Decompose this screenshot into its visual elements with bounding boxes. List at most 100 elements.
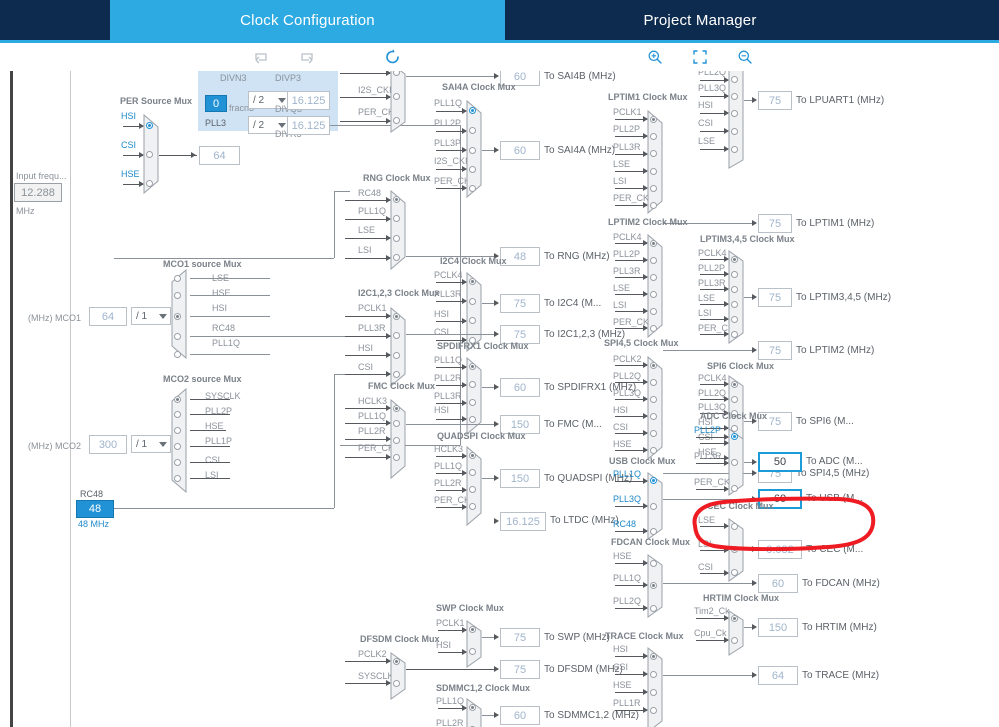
cec-mux-select-2[interactable] xyxy=(731,569,738,576)
input-frequency-value[interactable]: 12.288 xyxy=(14,183,62,202)
sai4b-clock-mux[interactable] xyxy=(390,71,406,133)
spi6-mux-select-1[interactable] xyxy=(731,396,738,403)
mco2-mux-select-5[interactable] xyxy=(174,475,181,482)
lpuart1-mux-select-4[interactable] xyxy=(731,146,738,153)
mco1-mux-select-1[interactable] xyxy=(174,292,181,299)
lptim1-mux-select-3[interactable] xyxy=(650,168,657,175)
fracn3-value[interactable]: 0 xyxy=(205,95,227,112)
quadspi-mux-select-1[interactable] xyxy=(469,469,476,476)
lptim345-mux-select-5[interactable] xyxy=(731,331,738,338)
tab-clock-configuration[interactable]: Clock Configuration xyxy=(110,0,505,40)
swp-output-value[interactable]: 75 xyxy=(500,628,540,647)
fmc-mux-select-0[interactable] xyxy=(393,405,400,412)
lptim1-mux-select-4[interactable] xyxy=(650,185,657,192)
lpuart1-mux-select-2[interactable] xyxy=(731,110,738,117)
fmc-mux-select-2[interactable] xyxy=(393,437,400,444)
per-mux-select-0[interactable] xyxy=(146,122,153,129)
per-mux-select-2[interactable] xyxy=(146,180,153,187)
dfsdm-mux-select-0[interactable] xyxy=(393,658,400,665)
sdmmc12-output-value[interactable]: 60 xyxy=(500,706,540,725)
trace-mux-select-0[interactable] xyxy=(650,653,657,660)
fmc-mux-select-3[interactable] xyxy=(393,454,400,461)
lptim2-mux-select-2[interactable] xyxy=(650,274,657,281)
spi6-mux-select-0[interactable] xyxy=(731,381,738,388)
hrtim-output-value[interactable]: 150 xyxy=(758,618,798,637)
reset-icon[interactable] xyxy=(380,43,406,71)
divq3-output-value[interactable]: 16.125 xyxy=(287,91,330,110)
rc48-value[interactable]: 48 xyxy=(76,500,114,518)
zoom-in-icon[interactable] xyxy=(643,43,667,71)
i2c4-mux-select-1[interactable] xyxy=(469,298,476,305)
zoom-out-icon[interactable] xyxy=(733,43,757,71)
usb-mux-select-0[interactable] xyxy=(650,477,657,484)
mco2-mux-select-3[interactable] xyxy=(174,443,181,450)
tab-project-manager[interactable]: Project Manager xyxy=(505,0,895,40)
lpuart1-output-value[interactable]: 75 xyxy=(758,91,792,110)
sai4a-mux-select-0[interactable] xyxy=(469,107,476,114)
dfsdm-mux-select-1[interactable] xyxy=(393,680,400,687)
lptim2-mux-select-5[interactable] xyxy=(650,325,657,332)
lptim1-clock-mux[interactable] xyxy=(647,110,663,214)
trace-mux-select-2[interactable] xyxy=(650,689,657,696)
sai4b-mux-select-2[interactable] xyxy=(393,117,400,124)
spi45-mux-select-1[interactable] xyxy=(650,379,657,386)
lptim2-mux-select-0[interactable] xyxy=(650,240,657,247)
sai4a-mux-select-3[interactable] xyxy=(469,166,476,173)
per-ck-output-value[interactable]: 64 xyxy=(199,146,240,165)
lptim1-mux-select-5[interactable] xyxy=(650,202,657,209)
lptim345-mux-select-3[interactable] xyxy=(731,301,738,308)
lptim345-mux-select-4[interactable] xyxy=(731,316,738,323)
lptim345-mux-select-0[interactable] xyxy=(731,256,738,263)
adc-output-value[interactable]: 50 xyxy=(758,452,802,472)
sdmmc12-clock-mux[interactable] xyxy=(466,698,482,727)
lptim2-output-value[interactable]: 75 xyxy=(758,341,792,360)
lptim345-mux-select-2[interactable] xyxy=(731,286,738,293)
mco2-mux-select-1[interactable] xyxy=(174,411,181,418)
mco2-divider[interactable]: / 1 xyxy=(131,435,171,453)
sdmmc12-mux-select-0[interactable] xyxy=(469,704,476,711)
adc-mux-select-2[interactable] xyxy=(731,485,738,492)
fdcan-mux-select-1[interactable] xyxy=(650,582,657,589)
adc-mux-select-1[interactable] xyxy=(731,459,738,466)
quadspi-mux-select-3[interactable] xyxy=(469,503,476,510)
sai4b-mux-select-1[interactable] xyxy=(393,93,400,100)
lptim1-mux-select-0[interactable] xyxy=(650,116,657,123)
lptim1-output-value[interactable]: 75 xyxy=(758,214,792,233)
mco2-mux-select-0[interactable] xyxy=(174,396,181,403)
undo-icon[interactable] xyxy=(248,43,274,71)
mco1-output-value[interactable]: 64 xyxy=(89,307,127,326)
mco2-mux-select-2[interactable] xyxy=(174,427,181,434)
mco1-mux-select-4[interactable] xyxy=(174,351,181,358)
lptim2-mux-select-3[interactable] xyxy=(650,291,657,298)
dfsdm-output-value[interactable]: 75 xyxy=(500,660,540,679)
swp-mux-select-0[interactable] xyxy=(469,626,476,633)
per-mux-select-1[interactable] xyxy=(146,151,153,158)
clock-tree-canvas[interactable]: DIVN3 DIVP3 0 fracn3 PLL3 / 2 DIVQ3 16.1… xyxy=(0,71,999,727)
spdifrx1-mux-select-3[interactable] xyxy=(469,416,476,423)
rng-mux-select-3[interactable] xyxy=(393,254,400,261)
i2c4-mux-select-0[interactable] xyxy=(469,278,476,285)
mco2-output-value[interactable]: 300 xyxy=(89,435,127,454)
hrtim-mux-select-0[interactable] xyxy=(731,615,738,622)
lpuart1-mux-select-0[interactable] xyxy=(731,76,738,83)
i2c123-mux-select-0[interactable] xyxy=(393,313,400,320)
spi45-mux-select-3[interactable] xyxy=(650,413,657,420)
spi45-clock-mux[interactable] xyxy=(647,356,663,460)
lptim2-mux-select-4[interactable] xyxy=(650,308,657,315)
spi45-mux-select-5[interactable] xyxy=(650,447,657,454)
usb-mux-select-2[interactable] xyxy=(650,528,657,535)
i2c4-output-value[interactable]: 75 xyxy=(500,294,540,313)
i2c123-mux-select-1[interactable] xyxy=(393,332,400,339)
spi45-mux-select-2[interactable] xyxy=(650,396,657,403)
lptim345-mux-select-1[interactable] xyxy=(731,271,738,278)
sai4a-mux-select-4[interactable] xyxy=(469,185,476,192)
mco1-mux-select-3[interactable] xyxy=(174,333,181,340)
trace-mux-select-1[interactable] xyxy=(650,671,657,678)
canvas-scroll-rail[interactable] xyxy=(10,71,13,727)
adc-mux-select-0[interactable] xyxy=(731,433,738,440)
spdifrx1-output-value[interactable]: 60 xyxy=(500,378,540,397)
quadspi-output-value[interactable]: 150 xyxy=(500,469,540,488)
usb-mux-select-1[interactable] xyxy=(650,503,657,510)
lptim1-mux-select-2[interactable] xyxy=(650,150,657,157)
divr3-output-value[interactable]: 16.125 xyxy=(287,116,330,135)
